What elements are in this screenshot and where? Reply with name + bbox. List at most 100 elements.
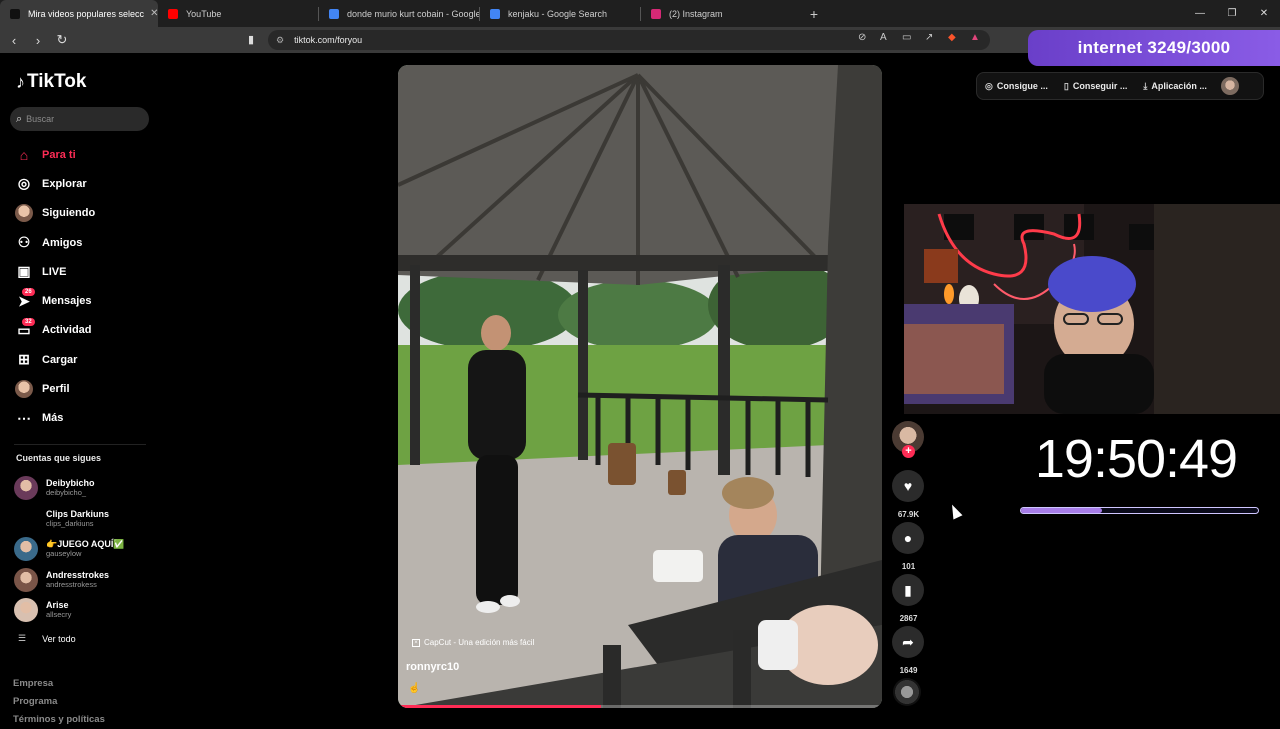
browser-tab[interactable]: YouTube bbox=[158, 0, 318, 27]
capcut-watermark: × CapCut - Una edición más fácil bbox=[412, 638, 534, 647]
browser-tab[interactable]: kenjaku - Google Search bbox=[480, 0, 640, 27]
footer-link[interactable]: Términos y políticas bbox=[13, 711, 105, 729]
hand-icon: ☝ bbox=[408, 683, 421, 694]
friends-icon: ⚇ bbox=[17, 234, 31, 251]
streamer-webcam bbox=[904, 204, 1280, 414]
save-button[interactable]: ▮ 2867 bbox=[892, 574, 925, 623]
reload-icon[interactable]: ↻ bbox=[52, 32, 72, 48]
bookmark-icon: ▮ bbox=[892, 574, 924, 606]
download-app-button[interactable]: ⤓ Aplicación ... bbox=[1135, 81, 1215, 92]
sidebar-item-more[interactable]: ⋯ Más bbox=[14, 404, 154, 433]
cast-icon[interactable]: ▭ bbox=[902, 32, 911, 43]
avatar bbox=[15, 204, 33, 223]
list-icon: ☰ bbox=[18, 633, 27, 643]
search-icon: ⌕ bbox=[16, 112, 23, 125]
following-list: Deibybicho deibybicho_ Clips Darkiuns clips… bbox=[14, 473, 154, 626]
account-name: Deibybicho bbox=[46, 478, 95, 489]
close-window-button[interactable]: ✕ bbox=[1248, 0, 1280, 27]
search-placeholder: Buscar bbox=[26, 114, 55, 124]
notification-badge: 26 bbox=[22, 288, 35, 297]
avatar bbox=[14, 476, 38, 501]
footer-link[interactable]: Empresa bbox=[13, 675, 105, 693]
music-disc-icon[interactable] bbox=[893, 678, 921, 706]
tiktok-logo[interactable]: ♪ TikTok bbox=[16, 71, 86, 93]
sidebar-item-profile[interactable]: Perfil bbox=[14, 374, 154, 403]
get-coins-button[interactable]: ◎ Consigue ... bbox=[977, 81, 1056, 92]
watermark-text: CapCut - Una edición más fácil bbox=[424, 638, 535, 647]
minimize-button[interactable]: — bbox=[1184, 0, 1216, 27]
see-all-label: Ver todo bbox=[42, 633, 76, 644]
window-controls: — ❐ ✕ bbox=[1184, 0, 1280, 27]
home-icon: ⌂ bbox=[19, 146, 29, 163]
avatar bbox=[15, 380, 33, 399]
video-author[interactable]: ronnyrc10 bbox=[406, 661, 459, 673]
sidebar-item-friends[interactable]: ⚇ Amigos bbox=[14, 228, 154, 257]
sidebar-item-label: Para ti bbox=[42, 148, 76, 161]
timer-progress-bar bbox=[1020, 507, 1259, 514]
sidebar-item-activity[interactable]: ▭ 32 Actividad bbox=[14, 316, 154, 345]
account-handle: deibybicho_ bbox=[46, 488, 87, 498]
site-info-icon[interactable]: ⚙ bbox=[276, 35, 284, 46]
brave-shield-icon[interactable]: ◆ bbox=[948, 32, 956, 43]
browser-tab[interactable]: donde murio kurt cobain - Google Se bbox=[319, 0, 479, 27]
internet-counter-overlay: internet 3249/3000 bbox=[1028, 30, 1280, 66]
account-name: Clips Darkiuns bbox=[46, 508, 110, 519]
translate-icon[interactable]: ⊘ bbox=[858, 32, 866, 43]
logo-text: TikTok bbox=[27, 71, 87, 92]
sidebar-item-upload[interactable]: ⊞ Cargar bbox=[14, 345, 154, 374]
followed-account[interactable]: Andresstrokes andresstrokess bbox=[14, 565, 154, 596]
account-handle: allsecry bbox=[46, 610, 72, 620]
sidebar-item-compass[interactable]: ◎ Explorar bbox=[14, 169, 154, 198]
tab-close-icon[interactable]: ✕ bbox=[144, 8, 158, 19]
sidebar-item-live[interactable]: ▣ LIVE bbox=[14, 257, 154, 286]
see-all-link[interactable]: ☰ Ver todo bbox=[18, 633, 76, 644]
follow-plus-button[interactable]: + bbox=[902, 445, 915, 458]
sidebar-item-label: Más bbox=[42, 412, 64, 425]
tab-favicon-icon bbox=[651, 8, 661, 19]
followed-account[interactable]: Clips Darkiuns clips_darkiuns bbox=[14, 504, 154, 535]
browser-tab[interactable]: (2) Instagram bbox=[641, 0, 801, 27]
comment-count: 101 bbox=[901, 562, 916, 571]
profile-avatar[interactable] bbox=[1220, 77, 1239, 95]
footer-link[interactable]: Programa bbox=[13, 693, 105, 711]
mouse-cursor-icon bbox=[947, 502, 963, 520]
get-app-label: Conseguir ... bbox=[1072, 81, 1128, 91]
avatar bbox=[14, 598, 38, 623]
like-button[interactable]: ♥ 67.9K bbox=[892, 470, 925, 519]
sidebar-item-home[interactable]: ⌂ Para ti bbox=[14, 140, 154, 169]
new-tab-button[interactable]: + bbox=[801, 6, 827, 22]
upload-icon: ⊞ bbox=[18, 351, 30, 368]
followed-account[interactable]: 👉JUEGO AQUÍ✅ gauseylow bbox=[14, 534, 154, 565]
followed-account[interactable]: Deibybicho deibybicho_ bbox=[14, 473, 154, 504]
rewards-icon[interactable]: ▲ bbox=[970, 32, 980, 43]
sidebar-item-label: Actividad bbox=[42, 324, 92, 337]
divider bbox=[14, 444, 146, 445]
account-name: Arise bbox=[46, 600, 69, 611]
avatar bbox=[14, 537, 38, 562]
account-handle: clips_darkiuns bbox=[46, 518, 94, 528]
forward-icon[interactable]: › bbox=[28, 33, 48, 48]
account-text: Deibybicho deibybicho_ bbox=[46, 478, 95, 498]
tab-title: donde murio kurt cobain - Google Se bbox=[347, 8, 479, 19]
bookmark-icon[interactable]: ▮ bbox=[248, 33, 254, 46]
search-input[interactable]: ⌕ Buscar bbox=[10, 107, 149, 131]
browser-tab[interactable]: Mira videos populares selecc ✕ bbox=[0, 0, 158, 27]
back-icon[interactable]: ‹ bbox=[4, 33, 24, 48]
video-player[interactable]: × CapCut - Una edición más fácil ronnyrc… bbox=[398, 65, 882, 708]
sidebar-item-messages[interactable]: ➤ 26 Mensajes bbox=[14, 286, 154, 315]
get-app-button[interactable]: ▯ Conseguir ... bbox=[1056, 81, 1135, 92]
get-coins-label: Consigue ... bbox=[996, 81, 1048, 91]
followed-account[interactable]: Arise allsecry bbox=[14, 595, 154, 626]
capcut-icon: × bbox=[412, 638, 420, 647]
video-progress-bar[interactable] bbox=[398, 705, 882, 708]
comment-icon: ● bbox=[892, 522, 924, 554]
comment-button[interactable]: ● 101 bbox=[892, 522, 925, 571]
maximize-button[interactable]: ❐ bbox=[1216, 0, 1248, 27]
language-icon[interactable]: A bbox=[880, 32, 887, 43]
share-icon[interactable]: ↗ bbox=[925, 32, 933, 43]
heart-icon: ♥ bbox=[892, 470, 924, 502]
account-name: 👉JUEGO AQUÍ✅ bbox=[46, 539, 125, 550]
sidebar-item-following-avatar[interactable]: Siguiendo bbox=[14, 199, 154, 228]
share-button[interactable]: ➦ 1649 bbox=[892, 626, 925, 675]
sidebar-item-label: Siguiendo bbox=[42, 207, 96, 220]
